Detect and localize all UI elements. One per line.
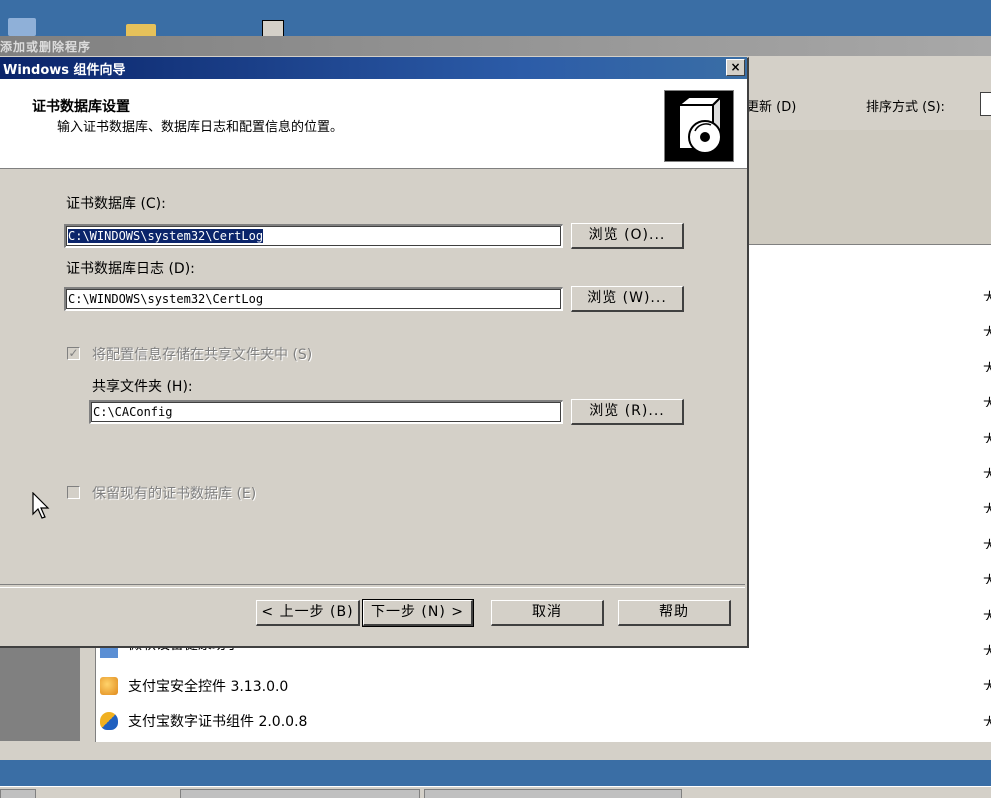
size-column-cell: 大 [983, 574, 991, 585]
cert-db-label: 证书数据库 (C): [66, 196, 166, 212]
size-column-cell: 大 [983, 645, 991, 655]
page-subtitle: 输入证书数据库、数据库日志和配置信息的位置。 [57, 120, 344, 135]
alipay-certificate-icon [100, 712, 118, 730]
size-column-cell: 大 [983, 538, 991, 549]
background-header-strip [745, 130, 991, 244]
shared-folder-value: C:\CAConfig [93, 405, 173, 419]
help-button[interactable]: 帮助 [618, 600, 731, 626]
browse-shared-button[interactable]: 浏览 (R)... [571, 399, 684, 425]
page-title: 证书数据库设置 [32, 99, 130, 115]
cert-log-value: C:\WINDOWS\system32\CertLog [68, 292, 264, 306]
size-column-cell: 大 [983, 715, 991, 726]
next-button[interactable]: 下一步 (N) > [362, 599, 474, 627]
size-column-cell: 大 [983, 291, 991, 301]
alipay-shield-icon [100, 677, 118, 695]
shared-folder-label: 共享文件夹 (H): [92, 379, 193, 395]
size-column-cell: 大 [983, 503, 991, 514]
sort-by-select[interactable] [980, 92, 991, 116]
keep-db-label: 保留现有的证书数据库 (E) [92, 486, 257, 502]
size-column-cell: 大 [983, 397, 991, 408]
browse-db-button[interactable]: 浏览 (O)... [571, 223, 684, 249]
cert-db-value: C:\WINDOWS\system32\CertLog [68, 229, 264, 243]
store-shared-label: 将配置信息存储在共享文件夹中 (S) [92, 347, 313, 363]
cancel-button[interactable]: 取消 [491, 600, 604, 626]
cert-log-input[interactable]: C:\WINDOWS\system32\CertLog [64, 287, 563, 311]
store-shared-checkbox[interactable]: ✓ [67, 347, 80, 360]
back-button[interactable]: < 上一步 (B) [256, 600, 360, 626]
keep-db-checkbox[interactable] [67, 486, 80, 499]
list-item[interactable]: 支付宝数字证书组件 2.0.0.8 [100, 710, 307, 732]
background-window-bottom [0, 742, 991, 760]
cd-box-icon-graphic [676, 94, 724, 154]
program-name: 支付宝数字证书组件 2.0.0.8 [128, 714, 308, 730]
list-item[interactable]: 支付宝安全控件 3.13.0.0 [100, 675, 288, 697]
size-column-cell: 大 [983, 326, 991, 337]
background-window-titlebar [0, 36, 991, 56]
size-column-cell: 大 [983, 609, 991, 620]
shared-folder-input[interactable]: C:\CAConfig [89, 400, 563, 424]
desktop-bottom-band [0, 760, 991, 786]
desktop-icon-folder [126, 24, 156, 36]
size-column-cell: 大 [983, 680, 991, 691]
cd-box-icon [664, 90, 734, 162]
program-name: 支付宝安全控件 3.13.0.0 [128, 679, 289, 695]
background-toolbar [745, 56, 991, 131]
sort-by-label: 排序方式 (S): [866, 100, 945, 115]
dialog-title: Windows 组件向导 [3, 63, 126, 78]
size-column-cell: 大 [983, 432, 991, 443]
refresh-label[interactable]: 更新 (D) [746, 96, 796, 115]
background-window-title: 添加或删除程序 [0, 40, 92, 54]
cert-log-label: 证书数据库日志 (D): [66, 261, 195, 277]
close-button[interactable]: × [726, 59, 745, 76]
size-column-cell: 大 [983, 468, 991, 478]
desktop-icon-computer [8, 18, 36, 36]
button-separator [0, 584, 745, 588]
size-column-cell: 大 [983, 361, 991, 372]
cert-db-input[interactable]: C:\WINDOWS\system32\CertLog [64, 224, 563, 248]
browse-log-button[interactable]: 浏览 (W)... [571, 286, 684, 312]
mouse-cursor-icon [32, 492, 50, 519]
